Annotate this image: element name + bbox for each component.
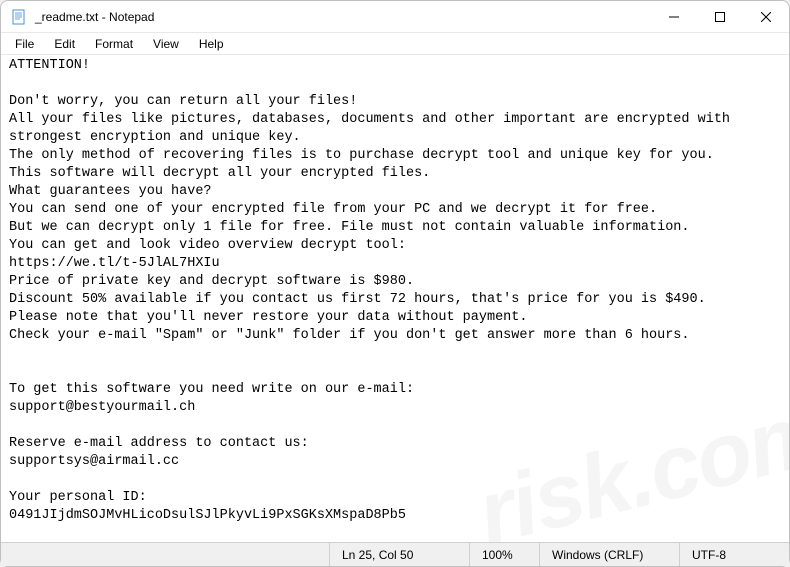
menubar: File Edit Format View Help: [1, 33, 789, 55]
notepad-window: _readme.txt - Notepad File Edit Format V…: [0, 0, 790, 567]
status-spacer: [1, 543, 329, 566]
close-button[interactable]: [743, 1, 789, 32]
status-position: Ln 25, Col 50: [329, 543, 469, 566]
status-zoom: 100%: [469, 543, 539, 566]
window-controls: [651, 1, 789, 32]
statusbar: Ln 25, Col 50 100% Windows (CRLF) UTF-8: [1, 542, 789, 566]
menu-format[interactable]: Format: [85, 35, 143, 53]
menu-view[interactable]: View: [143, 35, 189, 53]
notepad-icon: [11, 9, 27, 25]
watermark: risk.com: [478, 421, 789, 524]
document-text: ATTENTION! Don't worry, you can return a…: [9, 58, 738, 523]
maximize-button[interactable]: [697, 1, 743, 32]
window-title: _readme.txt - Notepad: [35, 10, 651, 24]
menu-file[interactable]: File: [5, 35, 44, 53]
status-encoding: UTF-8: [679, 543, 789, 566]
minimize-button[interactable]: [651, 1, 697, 32]
menu-edit[interactable]: Edit: [44, 35, 85, 53]
text-area[interactable]: ATTENTION! Don't worry, you can return a…: [1, 55, 789, 542]
status-lineending: Windows (CRLF): [539, 543, 679, 566]
titlebar: _readme.txt - Notepad: [1, 1, 789, 33]
menu-help[interactable]: Help: [189, 35, 234, 53]
